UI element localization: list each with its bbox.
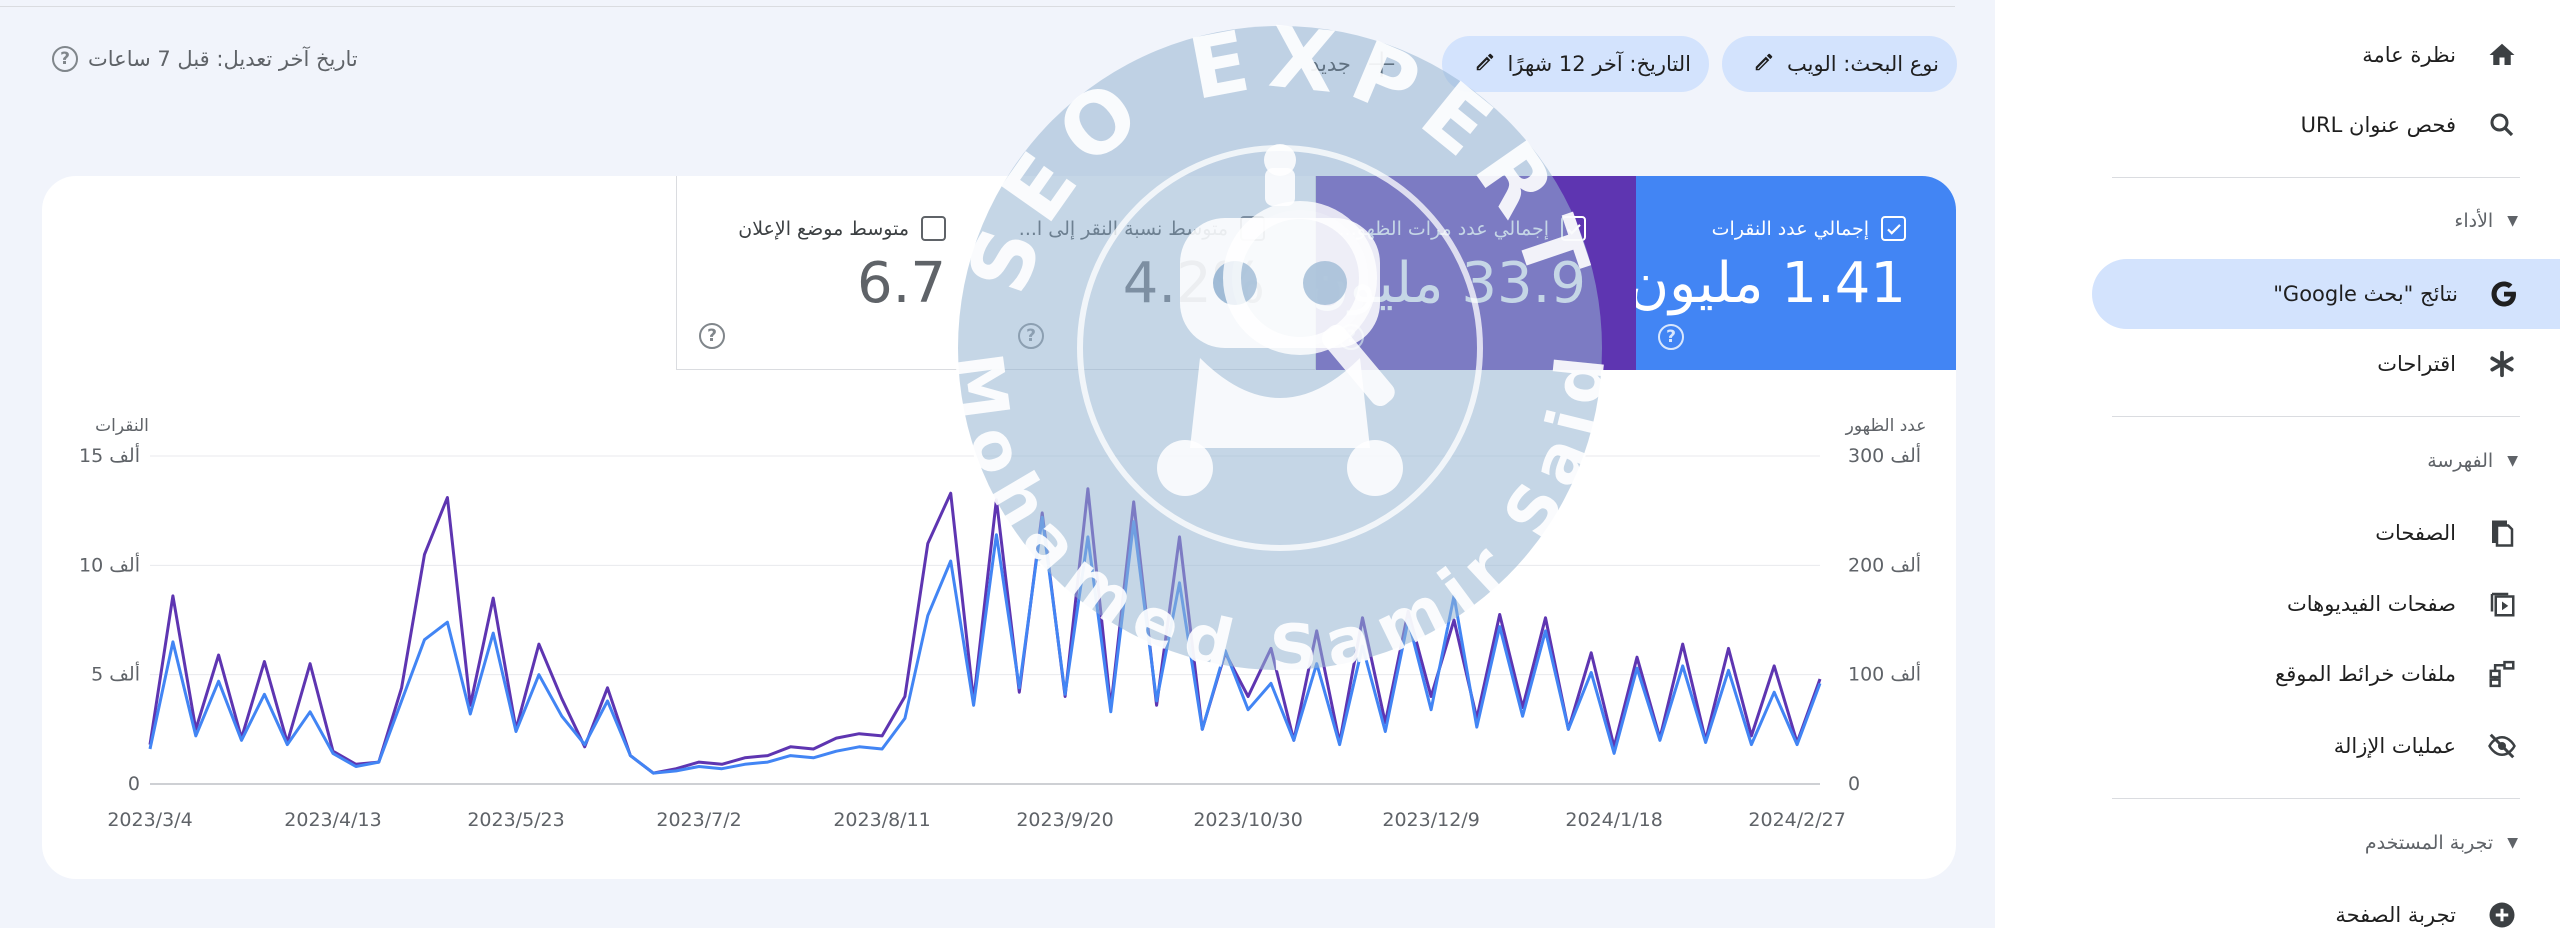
sidebar-divider — [2112, 798, 2520, 799]
caret-down-icon: ▼ — [2507, 453, 2518, 469]
metric-clicks-value: 1.41 مليون — [1628, 251, 1906, 316]
metric-impressions-value: 33.9 مليون — [1308, 251, 1586, 316]
metric-ctr-label: متوسط نسبة النقر إلى ا... — [1018, 217, 1228, 240]
sidebar-section-experience[interactable]: ▼ تجربة المستخدم — [2110, 818, 2540, 868]
sidebar-item-url-inspection[interactable]: فحص عنوان URL — [2090, 90, 2560, 160]
sidebar-item-label: صفحات الفيديوهات — [2286, 592, 2456, 616]
sidebar-section-performance[interactable]: ▼ الأداء — [2110, 196, 2540, 246]
caret-down-icon: ▼ — [2507, 835, 2518, 851]
left-axis-tick-label: 0 — [128, 773, 140, 795]
sidebar-section-indexing[interactable]: ▼ الفهرسة — [2110, 436, 2540, 486]
x-axis-tick-label: 2023/10/30 — [1193, 809, 1303, 831]
left-axis-tick-label: 10 ألف — [79, 552, 140, 576]
metric-ctr-tile[interactable]: متوسط نسبة النقر إلى ا... 4.2% ? — [996, 176, 1316, 370]
sidebar-item-label: عمليات الإزالة — [2333, 734, 2456, 758]
date-filter-chip[interactable]: التاريخ: آخر 12 شهرًا — [1442, 36, 1709, 92]
x-axis-tick-label: 2023/7/2 — [656, 809, 741, 831]
video-pages-icon — [2486, 588, 2518, 620]
google-g-icon — [2488, 278, 2520, 310]
sidebar-item-pages[interactable]: الصفحات — [2090, 498, 2560, 568]
sidebar-divider — [2112, 416, 2520, 417]
metric-clicks-tile[interactable]: إجمالي عدد النقرات 1.41 مليون ? — [1628, 176, 1956, 370]
x-axis-tick-label: 2024/2/27 — [1748, 809, 1845, 831]
checkbox-checked-icon[interactable] — [1881, 216, 1906, 241]
home-icon — [2486, 39, 2518, 71]
sidebar-item-google-search[interactable]: نتائج "بحث Google" — [2092, 259, 2560, 329]
edit-icon — [1753, 51, 1775, 78]
metric-position-value: 6.7 — [856, 251, 946, 316]
search-type-chip-label: نوع البحث: الويب — [1787, 52, 1939, 76]
main-content: نوع البحث: الويب التاريخ: آخر 12 شهرًا +… — [0, 0, 1995, 928]
sidebar-item-suggestions[interactable]: اقتراحات — [2090, 329, 2560, 399]
metric-position-label: متوسط موضع الإعلان — [738, 217, 909, 240]
x-axis-tick-label: 2023/9/20 — [1016, 809, 1113, 831]
performance-chart-card: 0 5 ألف 10 ألف 15 ألف 0 100 ألف 200 ألف 300 ألف… — [42, 176, 1956, 879]
left-axis-tick-label: 15 ألف — [79, 443, 140, 467]
sidebar-item-label: تجربة الصفحة — [2335, 903, 2456, 927]
metric-ctr-value: 4.2% — [1122, 251, 1265, 316]
x-axis-tick-label: 2023/3/4 — [107, 809, 192, 831]
add-circle-icon — [2486, 899, 2518, 928]
sidebar-item-label: اقتراحات — [2377, 352, 2456, 376]
sidebar-item-label: فحص عنوان URL — [2300, 113, 2456, 137]
edit-icon — [1474, 51, 1496, 78]
metric-position-tile[interactable]: متوسط موضع الإعلان 6.7 ? — [676, 176, 996, 370]
eye-off-icon — [2486, 730, 2518, 762]
metric-clicks-label: إجمالي عدد النقرات — [1711, 217, 1869, 240]
x-axis-tick-label: 2023/4/13 — [284, 809, 381, 831]
clicks-series-line — [148, 515, 1822, 775]
last-updated-info: تاريخ آخر تعديل: قبل 7 ساعات ? — [52, 46, 358, 72]
sidebar-item-label: ملفات خرائط الموقع — [2275, 662, 2456, 686]
metric-impressions-label: إجمالي عدد مرات الظهو... — [1338, 217, 1549, 240]
left-axis-title: النقرات — [95, 416, 149, 436]
sidebar-item-sitemaps[interactable]: ملفات خرائط الموقع — [2090, 639, 2560, 709]
sidebar-item-overview[interactable]: نظرة عامة — [2090, 20, 2560, 90]
new-button-label: جديد — [1310, 52, 1351, 76]
left-axis-tick-label: 5 ألف — [91, 662, 140, 686]
caret-down-icon: ▼ — [2507, 213, 2518, 229]
checkbox-checked-icon[interactable] — [1561, 216, 1586, 241]
section-label: تجربة المستخدم — [2364, 832, 2494, 854]
section-label: الأداء — [2454, 210, 2494, 232]
checkbox-unchecked-icon[interactable] — [921, 216, 946, 241]
last-updated-label: تاريخ آخر تعديل: قبل 7 ساعات — [88, 47, 358, 71]
help-icon[interactable]: ? — [52, 46, 78, 72]
new-filter-button[interactable]: + جديد — [1310, 40, 1398, 88]
sidebar: نظرة عامة فحص عنوان URL ▼ الأداء نتائج "… — [2090, 0, 2560, 928]
help-icon[interactable]: ? — [699, 323, 725, 349]
x-axis-tick-label: 2023/5/23 — [467, 809, 564, 831]
help-icon[interactable]: ? — [1338, 324, 1364, 350]
x-axis-tick-label: 2024/1/18 — [1565, 809, 1662, 831]
right-axis-tick-label: 200 ألف — [1848, 552, 1921, 576]
checkbox-unchecked-icon[interactable] — [1240, 216, 1265, 241]
asterisk-icon — [2486, 348, 2518, 380]
metric-impressions-tile[interactable]: إجمالي عدد مرات الظهو... 33.9 مليون ? — [1308, 176, 1636, 370]
sidebar-item-removals[interactable]: عمليات الإزالة — [2090, 711, 2560, 781]
sidebar-item-label: الصفحات — [2375, 521, 2456, 545]
plus-icon: + — [1364, 41, 1399, 87]
x-axis-tick-label: 2023/12/9 — [1382, 809, 1479, 831]
sidebar-item-video-pages[interactable]: صفحات الفيديوهات — [2090, 569, 2560, 639]
right-axis-tick-label: 0 — [1848, 773, 1860, 795]
help-icon[interactable]: ? — [1018, 323, 1044, 349]
sidebar-item-label: نظرة عامة — [2362, 43, 2456, 67]
search-type-filter-chip[interactable]: نوع البحث: الويب — [1722, 36, 1957, 92]
date-chip-label: التاريخ: آخر 12 شهرًا — [1507, 52, 1691, 76]
sidebar-item-label: نتائج "بحث Google" — [2273, 282, 2458, 306]
pages-icon — [2486, 517, 2518, 549]
right-axis-tick-label: 300 ألف — [1848, 443, 1921, 467]
right-axis-title: عدد الظهور — [1845, 416, 1927, 436]
sidebar-divider — [2112, 177, 2520, 178]
x-axis-tick-label: 2023/8/11 — [833, 809, 930, 831]
search-icon — [2486, 109, 2518, 141]
section-label: الفهرسة — [2427, 450, 2494, 472]
top-divider — [0, 6, 1955, 7]
right-axis-tick-label: 100 ألف — [1848, 662, 1921, 686]
help-icon[interactable]: ? — [1658, 324, 1684, 350]
sitemap-icon — [2486, 658, 2518, 690]
sidebar-item-page-experience[interactable]: تجربة الصفحة — [2090, 880, 2560, 928]
